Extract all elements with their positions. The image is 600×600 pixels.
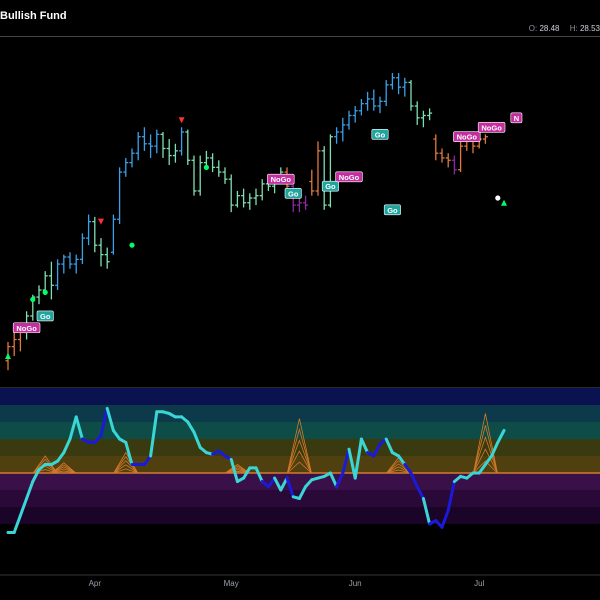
signal-badge-label: Go <box>387 206 398 215</box>
signal-badge-label: NoGo <box>16 324 37 333</box>
signal-triangle-up <box>501 199 507 206</box>
x-tick-label: Jun <box>349 579 362 588</box>
signal-badge-label: Go <box>375 130 386 139</box>
signal-triangle-down <box>98 218 104 225</box>
x-tick-label: Jul <box>474 579 484 588</box>
signal-dot <box>203 164 209 170</box>
signal-dot <box>42 289 48 295</box>
signal-badge-label: NoGo <box>271 175 292 184</box>
signal-dot <box>30 296 36 303</box>
signal-triangle-down <box>178 117 185 124</box>
price-chart[interactable]: NoGoGoNoGoGoGoNoGoGoGoNoGoNoGoNApr May Jun… <box>0 0 600 600</box>
signal-dot <box>129 242 135 248</box>
oscillator-band <box>0 507 600 524</box>
signal-badge-label: Go <box>288 189 299 198</box>
signal-badge-label: NoGo <box>481 123 502 132</box>
signal-badge-label: N <box>514 114 519 123</box>
x-tick-label: May <box>224 579 239 588</box>
oscillator-band <box>0 456 600 473</box>
oscillator-band <box>0 388 600 405</box>
signal-triangle-up <box>5 353 11 360</box>
signal-badge-label: Go <box>40 312 51 321</box>
oscillator-band <box>0 473 600 490</box>
signal-dot <box>495 195 501 201</box>
x-tick-label: Apr <box>89 579 102 588</box>
oscillator-band <box>0 405 600 422</box>
signal-badge-label: NoGo <box>457 133 478 142</box>
signal-badge-label: NoGo <box>339 173 360 182</box>
signal-badge-label: Go <box>325 182 336 191</box>
